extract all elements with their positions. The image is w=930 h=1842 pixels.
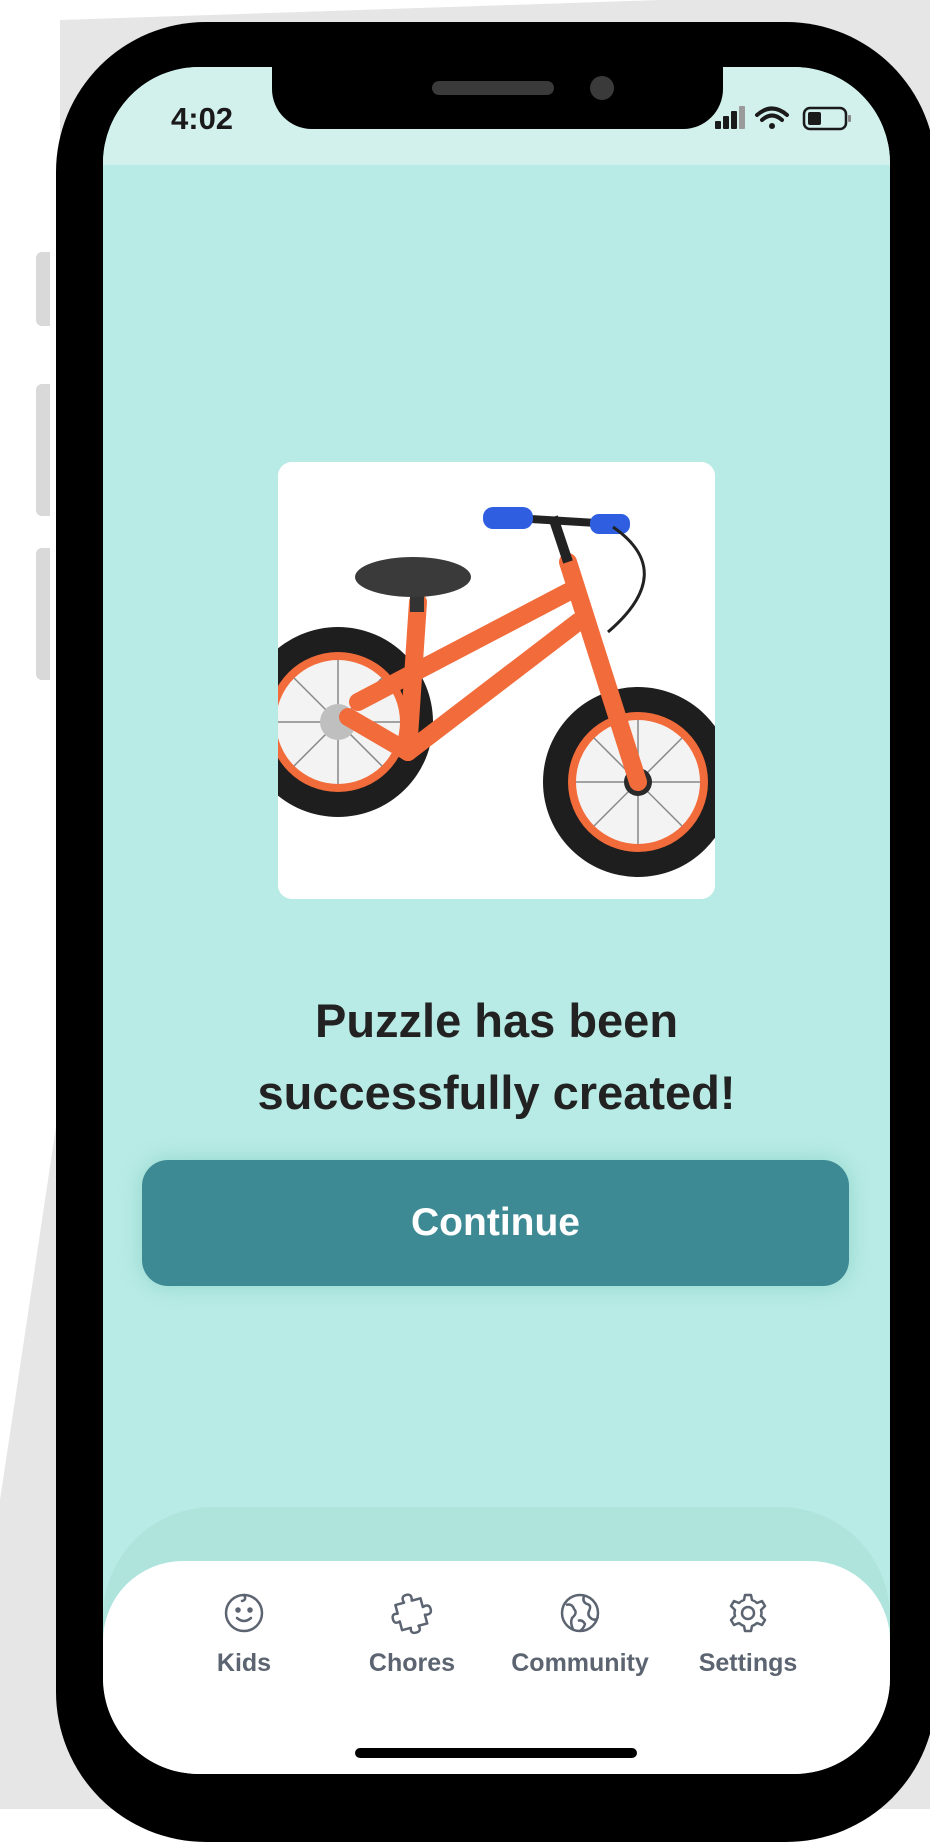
bottom-tab-bar: Kids Chores Community Settings	[103, 1561, 890, 1774]
front-camera	[590, 76, 614, 100]
phone-notch	[272, 67, 723, 129]
tab-label-settings: Settings	[698, 1649, 798, 1677]
puzzle-image	[278, 462, 715, 899]
cellular-signal-icon	[715, 106, 745, 129]
tab-settings[interactable]: Settings	[663, 1591, 833, 1678]
phone-screen: 4:02 Puzzle has been successfully create…	[103, 67, 890, 1774]
tab-label-chores: Chores	[368, 1649, 456, 1677]
status-time: 4:02	[171, 101, 234, 136]
success-message-line-1: Puzzle has been	[314, 994, 679, 1047]
volume-up-button	[36, 384, 50, 516]
gear-icon	[729, 1593, 767, 1633]
home-indicator[interactable]	[355, 1748, 637, 1758]
puzzle-piece-icon	[391, 1593, 433, 1635]
tab-label-community: Community	[511, 1649, 649, 1677]
battery-icon	[802, 106, 851, 131]
success-message: Puzzle has been successfully created!	[143, 985, 850, 1129]
tab-kids[interactable]: Kids	[159, 1591, 329, 1678]
wifi-icon	[755, 106, 789, 129]
tab-community[interactable]: Community	[495, 1591, 665, 1678]
tab-label-kids: Kids	[216, 1649, 272, 1677]
mute-switch	[36, 252, 50, 326]
success-message-line-2: successfully created!	[257, 1066, 736, 1119]
globe-icon	[560, 1593, 600, 1633]
earpiece-speaker	[432, 81, 554, 95]
smiley-face-icon	[224, 1593, 264, 1633]
status-icons	[708, 103, 858, 138]
orange-balance-bike-photo	[278, 462, 715, 899]
tab-chores[interactable]: Chores	[327, 1591, 497, 1678]
continue-button[interactable]: Continue	[142, 1160, 849, 1286]
volume-down-button	[36, 548, 50, 680]
